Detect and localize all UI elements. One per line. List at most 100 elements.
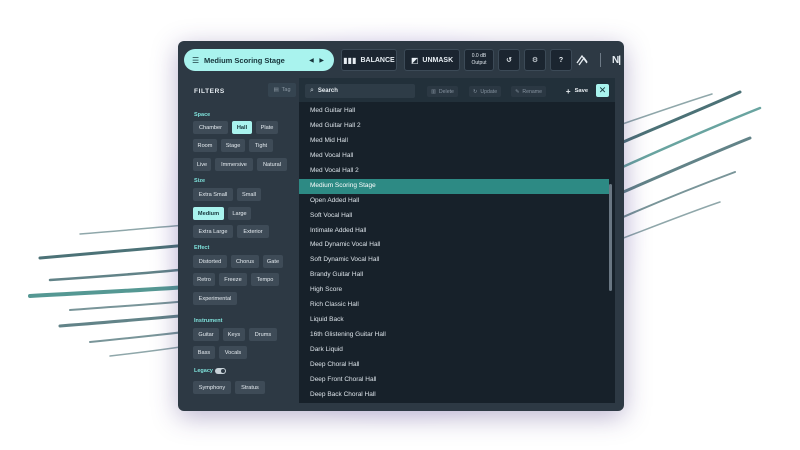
chip-stage[interactable]: Stage (221, 139, 245, 152)
list-item[interactable]: Med Mid Hall (299, 134, 609, 149)
list-item[interactable]: Med Guitar Hall 2 (299, 119, 609, 134)
preset-name: Medium Scoring Stage (204, 55, 285, 65)
preset-browser: ⌕ Search ▥ Delete ↻ Update ✎ Rename + Sa… (299, 78, 615, 403)
chip-exterior[interactable]: Exterior (237, 225, 269, 238)
list-item[interactable]: Deep Choral Hall (299, 358, 609, 373)
output-label: Output (471, 60, 487, 66)
chip-retro[interactable]: Retro (193, 273, 215, 286)
ni-logo-icon: N| (611, 54, 621, 66)
list-item[interactable]: High Score (299, 283, 609, 298)
tag-button[interactable]: ▤ Tag (268, 83, 296, 97)
chip-guitar[interactable]: Guitar (193, 328, 219, 341)
list-item[interactable]: Rich Classic Hall (299, 298, 609, 313)
help-icon: ? (558, 56, 564, 64)
refresh-icon: ↻ (473, 88, 478, 95)
list-item-selected[interactable]: Medium Scoring Stage (299, 178, 609, 194)
list-item[interactable]: 16th Glistening Guitar Hall (299, 328, 609, 343)
chip-drums[interactable]: Drums (249, 328, 277, 341)
list-item[interactable]: Soft Dynamic Vocal Hall (299, 253, 609, 268)
gear-icon: ⚙ (531, 57, 539, 64)
tag-icon: ▤ (273, 87, 279, 93)
chip-keys[interactable]: Keys (223, 328, 245, 341)
chip-freeze[interactable]: Freeze (219, 273, 247, 286)
unmask-button[interactable]: ◩ UNMASK (404, 49, 460, 71)
section-space: Space (194, 112, 211, 118)
list-item[interactable]: Med Guitar Hall (299, 104, 609, 119)
help-button[interactable]: ? (550, 49, 572, 71)
chip-chamber[interactable]: Chamber (193, 121, 228, 134)
preset-selector[interactable]: ☰ Medium Scoring Stage ◀ ▶ (184, 49, 334, 71)
delete-button[interactable]: ▥ Delete (427, 86, 458, 97)
section-legacy: Legacy (194, 368, 213, 374)
chip-symphony[interactable]: Symphony (193, 381, 231, 394)
chip-experimental[interactable]: Experimental (193, 292, 237, 305)
chip-extra-large[interactable]: Extra Large (193, 225, 233, 238)
chip-plate[interactable]: Plate (256, 121, 278, 134)
list-item[interactable]: Deep Front Choral Hall (299, 373, 609, 388)
bars-icon: ▮▮▮ (343, 55, 357, 65)
chip-immersive[interactable]: Immersive (215, 158, 253, 171)
update-button[interactable]: ↻ Update (469, 86, 502, 97)
chip-large[interactable]: Large (228, 207, 251, 220)
chip-bass[interactable]: Bass (193, 346, 215, 359)
list-item[interactable]: Med Dynamic Vocal Hall (299, 238, 609, 253)
chip-natural[interactable]: Natural (257, 158, 287, 171)
mask-icon: ◩ (410, 55, 419, 65)
tag-label: Tag (281, 87, 291, 93)
chip-tight[interactable]: Tight (249, 139, 273, 152)
list-scrollbar[interactable] (609, 184, 612, 291)
preset-list: Med Guitar Hall Med Guitar Hall 2 Med Mi… (299, 104, 609, 403)
close-icon: ✕ (598, 85, 607, 95)
settings-button[interactable]: ⚙ (524, 49, 546, 71)
balance-button[interactable]: ▮▮▮ BALANCE (341, 49, 397, 71)
chip-room[interactable]: Room (193, 139, 217, 152)
top-bar: ☰ Medium Scoring Stage ◀ ▶ ▮▮▮ BALANCE ◩… (178, 41, 624, 77)
chip-hall[interactable]: Hall (232, 121, 252, 134)
balance-label: BALANCE (360, 56, 395, 64)
section-effect: Effect (194, 245, 210, 251)
trash-icon: ▥ (431, 88, 436, 95)
chip-vocals[interactable]: Vocals (219, 346, 247, 359)
list-item[interactable]: Dark Liquid (299, 343, 609, 358)
chip-small[interactable]: Small (237, 188, 261, 201)
search-placeholder: Search (317, 88, 338, 94)
close-browser-button[interactable]: ✕ (596, 84, 609, 97)
plus-icon: + (565, 86, 571, 96)
list-item[interactable]: Deep Back Choral Hall (299, 388, 609, 403)
search-input[interactable]: ⌕ Search (305, 84, 415, 98)
chip-gate[interactable]: Gate (263, 255, 283, 268)
filters-title: FILTERS (194, 88, 225, 95)
preset-nav-arrows[interactable]: ◀ ▶ (309, 57, 326, 64)
chip-live[interactable]: Live (193, 158, 211, 171)
chip-medium[interactable]: Medium (193, 207, 224, 220)
chip-chorus[interactable]: Chorus (231, 255, 259, 268)
section-size: Size (194, 178, 206, 184)
list-item[interactable]: Soft Vocal Hall (299, 209, 609, 224)
list-icon: ☰ (192, 55, 200, 65)
pencil-icon: ✎ (515, 88, 520, 95)
plugin-window: ☰ Medium Scoring Stage ◀ ▶ ▮▮▮ BALANCE ◩… (178, 41, 624, 411)
filters-panel: FILTERS ▤ Tag Space Chamber Hall Plate R… (185, 78, 297, 403)
chip-tempo[interactable]: Tempo (251, 273, 279, 286)
save-label: Save (574, 88, 589, 94)
list-item[interactable]: Brandy Guitar Hall (299, 268, 609, 283)
rename-label: Rename (522, 88, 542, 95)
list-item[interactable]: Med Vocal Hall 2 (299, 164, 609, 179)
legacy-toggle[interactable] (215, 368, 226, 374)
list-item[interactable]: Intimate Added Hall (299, 224, 609, 239)
izotope-logo-icon (576, 54, 588, 66)
list-item[interactable]: Open Added Hall (299, 194, 609, 209)
output-value: 0.0 dB (471, 53, 487, 59)
chip-stratus[interactable]: Stratus (235, 381, 265, 394)
list-item[interactable]: Liquid Back (299, 313, 609, 328)
output-gain[interactable]: 0.0 dB Output (464, 49, 494, 71)
undo-button[interactable]: ↺ (498, 49, 520, 71)
save-button[interactable]: + Save (561, 84, 593, 98)
logo-divider (600, 53, 602, 67)
chip-distorted[interactable]: Distorted (193, 255, 227, 268)
chip-extra-small[interactable]: Extra Small (193, 188, 233, 201)
delete-label: Delete (438, 88, 454, 95)
rename-button[interactable]: ✎ Rename (511, 86, 546, 97)
list-item[interactable]: Med Vocal Hall (299, 149, 609, 164)
undo-icon: ↺ (506, 57, 512, 64)
